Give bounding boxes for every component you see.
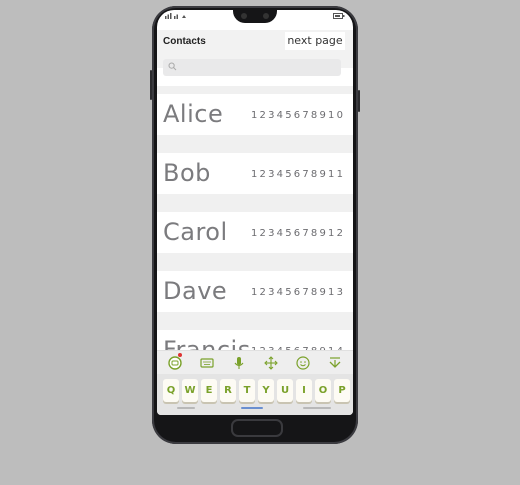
contact-number: 12345678912 xyxy=(251,228,346,239)
search-input[interactable] xyxy=(179,59,337,76)
volume-button xyxy=(150,70,152,100)
contact-row[interactable]: Bob 12345678911 xyxy=(157,145,353,204)
keyboard: Q W E R T Y U I O P xyxy=(157,374,353,415)
key-e[interactable]: E xyxy=(201,379,217,402)
key-w[interactable]: W xyxy=(182,379,198,402)
keyboard-logo-icon[interactable] xyxy=(167,353,183,371)
contact-number: 12345678911 xyxy=(251,169,346,180)
keyboard-layout-icon[interactable] xyxy=(199,355,215,371)
emoji-icon[interactable] xyxy=(295,355,311,371)
next-page-button[interactable]: next page xyxy=(285,32,345,50)
notification-dot xyxy=(178,353,182,357)
contact-name: Alice xyxy=(163,100,224,128)
keyboard-bottom-strip xyxy=(157,406,353,415)
screen: Contacts next page Alice 12345678910 Bob… xyxy=(157,10,353,415)
key-o[interactable]: O xyxy=(315,379,331,402)
key-u[interactable]: U xyxy=(277,379,293,402)
contact-number: 12345678910 xyxy=(251,110,346,121)
keyboard-toolbar xyxy=(157,350,353,375)
contact-list: Alice 12345678910 Bob 12345678911 Carol … xyxy=(157,86,353,381)
page-title: Contacts xyxy=(163,36,206,47)
contact-row[interactable]: Alice 12345678910 xyxy=(157,86,353,145)
home-button[interactable] xyxy=(231,419,283,437)
power-button xyxy=(358,90,360,112)
contact-name: Carol xyxy=(163,218,228,246)
bottom-hint-bar xyxy=(241,407,263,409)
microphone-icon[interactable] xyxy=(231,355,247,371)
key-r[interactable]: R xyxy=(220,379,236,402)
cursor-move-icon[interactable] xyxy=(263,355,279,371)
status-bar-left-icons xyxy=(165,13,189,21)
contact-name: Bob xyxy=(163,159,211,187)
search-icon xyxy=(168,62,177,71)
camera-notch xyxy=(233,10,277,23)
bottom-hint-bar xyxy=(303,407,331,409)
contact-name: Dave xyxy=(163,277,228,305)
key-y[interactable]: Y xyxy=(258,379,274,402)
key-t[interactable]: T xyxy=(239,379,255,402)
battery-icon xyxy=(333,13,345,21)
key-i[interactable]: I xyxy=(296,379,312,402)
bottom-hint-bar xyxy=(177,407,195,409)
contact-number: 12345678913 xyxy=(251,287,346,298)
front-camera-icon xyxy=(263,13,269,19)
search-bar[interactable] xyxy=(163,59,341,76)
key-p[interactable]: P xyxy=(334,379,350,402)
contact-row[interactable]: Carol 12345678912 xyxy=(157,204,353,263)
hide-keyboard-icon[interactable] xyxy=(327,355,343,371)
front-camera-icon xyxy=(241,13,247,19)
contact-row[interactable]: Dave 12345678913 xyxy=(157,263,353,322)
key-q[interactable]: Q xyxy=(163,379,179,402)
